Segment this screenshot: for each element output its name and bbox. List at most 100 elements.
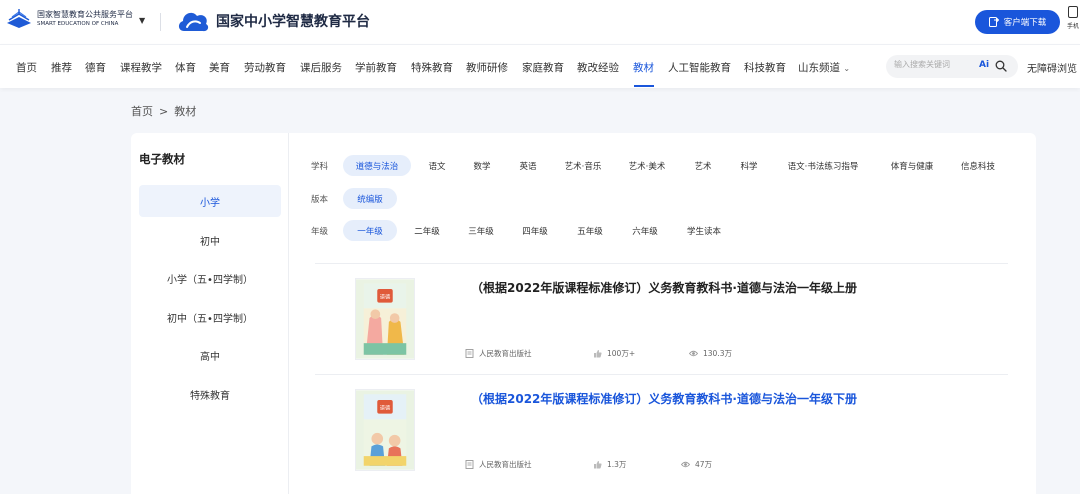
- gov-logo-en-text: SMART EDUCATION OF CHINA: [37, 20, 119, 27]
- client-download-button[interactable]: 客户端下载: [975, 10, 1060, 34]
- publisher-icon: [465, 460, 474, 469]
- subject-chip-chinese[interactable]: 语文: [422, 155, 452, 176]
- version-chip-tongbian[interactable]: 统编版: [343, 188, 397, 209]
- nav-course[interactable]: 课程教学: [120, 60, 162, 75]
- nav-active-underline: [634, 85, 654, 87]
- book-cover[interactable]: 道德: [355, 389, 415, 471]
- nav-tech[interactable]: 科技教育: [744, 60, 786, 75]
- gov-platform-logo[interactable]: 国家智慧教育公共服务平台 SMART EDUCATION OF CHINA: [6, 9, 133, 29]
- nav-labor[interactable]: 劳动教育: [244, 60, 286, 75]
- textbook-panel: 电子教材 小学 初中 小学（五•四学制） 初中（五•四学制） 高中 特殊教育 学…: [131, 133, 1036, 494]
- publisher-text: 人民教育出版社: [479, 460, 532, 469]
- book-publisher: 人民教育出版社: [465, 348, 532, 359]
- top-header: 国家智慧教育公共服务平台 SMART EDUCATION OF CHINA ▼ …: [0, 0, 1080, 44]
- likes-count: 1.3万: [607, 460, 627, 469]
- thumb-up-icon: [594, 460, 602, 469]
- nav-special[interactable]: 特殊教育: [411, 60, 453, 75]
- nav-family[interactable]: 家庭教育: [522, 60, 564, 75]
- version-label: 版本: [311, 195, 329, 205]
- book-title[interactable]: （根据2022年版课程标准修订）义务教育教科书·道德与法治一年级上册: [471, 279, 857, 296]
- book-publisher: 人民教育出版社: [465, 459, 532, 470]
- grade-chip-reader[interactable]: 学生读本: [679, 220, 729, 241]
- grade-chip-3[interactable]: 三年级: [461, 220, 501, 241]
- subject-label: 学科: [311, 162, 329, 172]
- book-cover[interactable]: 道德: [355, 278, 415, 360]
- views-count: 130.3万: [703, 349, 732, 358]
- subject-chip-it[interactable]: 信息科技: [957, 155, 999, 176]
- cloud-logo-icon: [178, 12, 209, 32]
- nav-ai[interactable]: 人工智能教育: [668, 60, 731, 75]
- subject-chip-music[interactable]: 艺术·音乐: [559, 155, 607, 176]
- stage-sidebar: 电子教材 小学 初中 小学（五•四学制） 初中（五•四学制） 高中 特殊教育: [131, 133, 289, 494]
- sidebar-item-junior-54[interactable]: 初中（五•四学制）: [139, 301, 281, 333]
- book-item[interactable]: 道德 （根据2022年版课程标准修订）义务教育教科书·道德与法治一年级上册 人民…: [315, 263, 1008, 374]
- download-icon: [988, 17, 999, 27]
- platform-title: 国家中小学智慧教育平台: [216, 14, 370, 30]
- gov-logo-cn-text: 国家智慧教育公共服务平台: [37, 9, 133, 19]
- likes-count: 100万+: [607, 349, 636, 358]
- grade-chip-2[interactable]: 二年级: [407, 220, 447, 241]
- nav-recommend[interactable]: 推荐: [51, 60, 72, 75]
- nav-reform[interactable]: 教改经验: [577, 60, 619, 75]
- nav-shandong-label: 山东频道: [798, 62, 840, 74]
- book-item[interactable]: 道德 （根据2022年版课程标准修订）义务教育教科书·道德与法治一年级下册 人民…: [315, 374, 1008, 485]
- sidebar-title: 电子教材: [139, 152, 185, 166]
- book-title[interactable]: （根据2022年版课程标准修订）义务教育教科书·道德与法治一年级下册: [471, 390, 857, 407]
- sidebar-item-primary[interactable]: 小学: [139, 185, 281, 217]
- nav-preschool[interactable]: 学前教育: [355, 60, 397, 75]
- search-icon[interactable]: [995, 60, 1007, 72]
- logo-divider: [160, 13, 161, 31]
- svg-text:道德: 道德: [380, 404, 391, 412]
- book-likes[interactable]: 100万+: [593, 348, 635, 359]
- publisher-icon: [465, 349, 474, 358]
- grade-chip-6[interactable]: 六年级: [625, 220, 665, 241]
- breadcrumb-separator: >: [159, 105, 169, 118]
- ai-search-icon[interactable]: Ai: [979, 60, 989, 70]
- subject-chip-art[interactable]: 艺术: [688, 155, 718, 176]
- mobile-entry[interactable]: 手机: [1067, 6, 1080, 30]
- book-likes[interactable]: 1.3万: [593, 459, 626, 470]
- nav-shandong[interactable]: 山东频道 ⌄: [798, 60, 850, 75]
- sidebar-item-primary-54[interactable]: 小学（五•四学制）: [139, 262, 281, 294]
- nav-textbook[interactable]: 教材: [633, 60, 654, 75]
- subject-chip-fine-art[interactable]: 艺术·美术: [623, 155, 671, 176]
- search-box[interactable]: Ai: [886, 55, 1018, 78]
- main-nav: 首页 推荐 德育 课程教学 体育 美育 劳动教育 课后服务 学前教育 特殊教育 …: [0, 44, 1080, 88]
- nav-home[interactable]: 首页: [16, 60, 37, 75]
- sidebar-item-special[interactable]: 特殊教育: [139, 378, 281, 410]
- download-label: 客户端下载: [1003, 18, 1047, 28]
- chevron-down-icon: ⌄: [843, 64, 851, 73]
- breadcrumb-current: 教材: [174, 105, 197, 118]
- subject-chip-pe-health[interactable]: 体育与健康: [882, 155, 942, 176]
- sidebar-item-senior[interactable]: 高中: [139, 339, 281, 371]
- breadcrumb-home[interactable]: 首页: [131, 105, 153, 118]
- phone-icon: [1068, 6, 1078, 18]
- search-input[interactable]: [894, 60, 974, 69]
- eye-icon: [689, 350, 698, 357]
- nav-art[interactable]: 美育: [209, 60, 230, 75]
- subject-chip-science[interactable]: 科学: [734, 155, 764, 176]
- subject-chip-calligraphy[interactable]: 语文·书法练习指导: [780, 155, 866, 176]
- platform-switch-caret-icon[interactable]: ▼: [139, 16, 145, 25]
- accessible-browse-link[interactable]: 无障碍浏览: [1027, 60, 1077, 75]
- mobile-label: 手机: [1067, 23, 1080, 30]
- nav-teacher[interactable]: 教师研修: [466, 60, 508, 75]
- subject-chip-english[interactable]: 英语: [513, 155, 543, 176]
- eye-icon: [681, 461, 690, 468]
- sidebar-item-junior[interactable]: 初中: [139, 224, 281, 256]
- nav-pe[interactable]: 体育: [175, 60, 196, 75]
- grade-chip-4[interactable]: 四年级: [515, 220, 555, 241]
- book-logo-icon: [7, 9, 31, 28]
- nav-moral[interactable]: 德育: [85, 60, 106, 75]
- svg-text:道德: 道德: [380, 293, 391, 301]
- nav-after-school[interactable]: 课后服务: [300, 60, 342, 75]
- grade-label: 年级: [311, 227, 329, 237]
- grade-chip-1[interactable]: 一年级: [343, 220, 397, 241]
- subject-chip-math[interactable]: 数学: [467, 155, 497, 176]
- breadcrumb: 首页 > 教材: [131, 103, 202, 119]
- subject-chip-morality[interactable]: 道德与法治: [343, 155, 411, 176]
- thumb-up-icon: [594, 349, 602, 358]
- platform-logo[interactable]: 国家中小学智慧教育平台: [176, 7, 370, 35]
- book-views: 130.3万: [689, 348, 732, 359]
- grade-chip-5[interactable]: 五年级: [570, 220, 610, 241]
